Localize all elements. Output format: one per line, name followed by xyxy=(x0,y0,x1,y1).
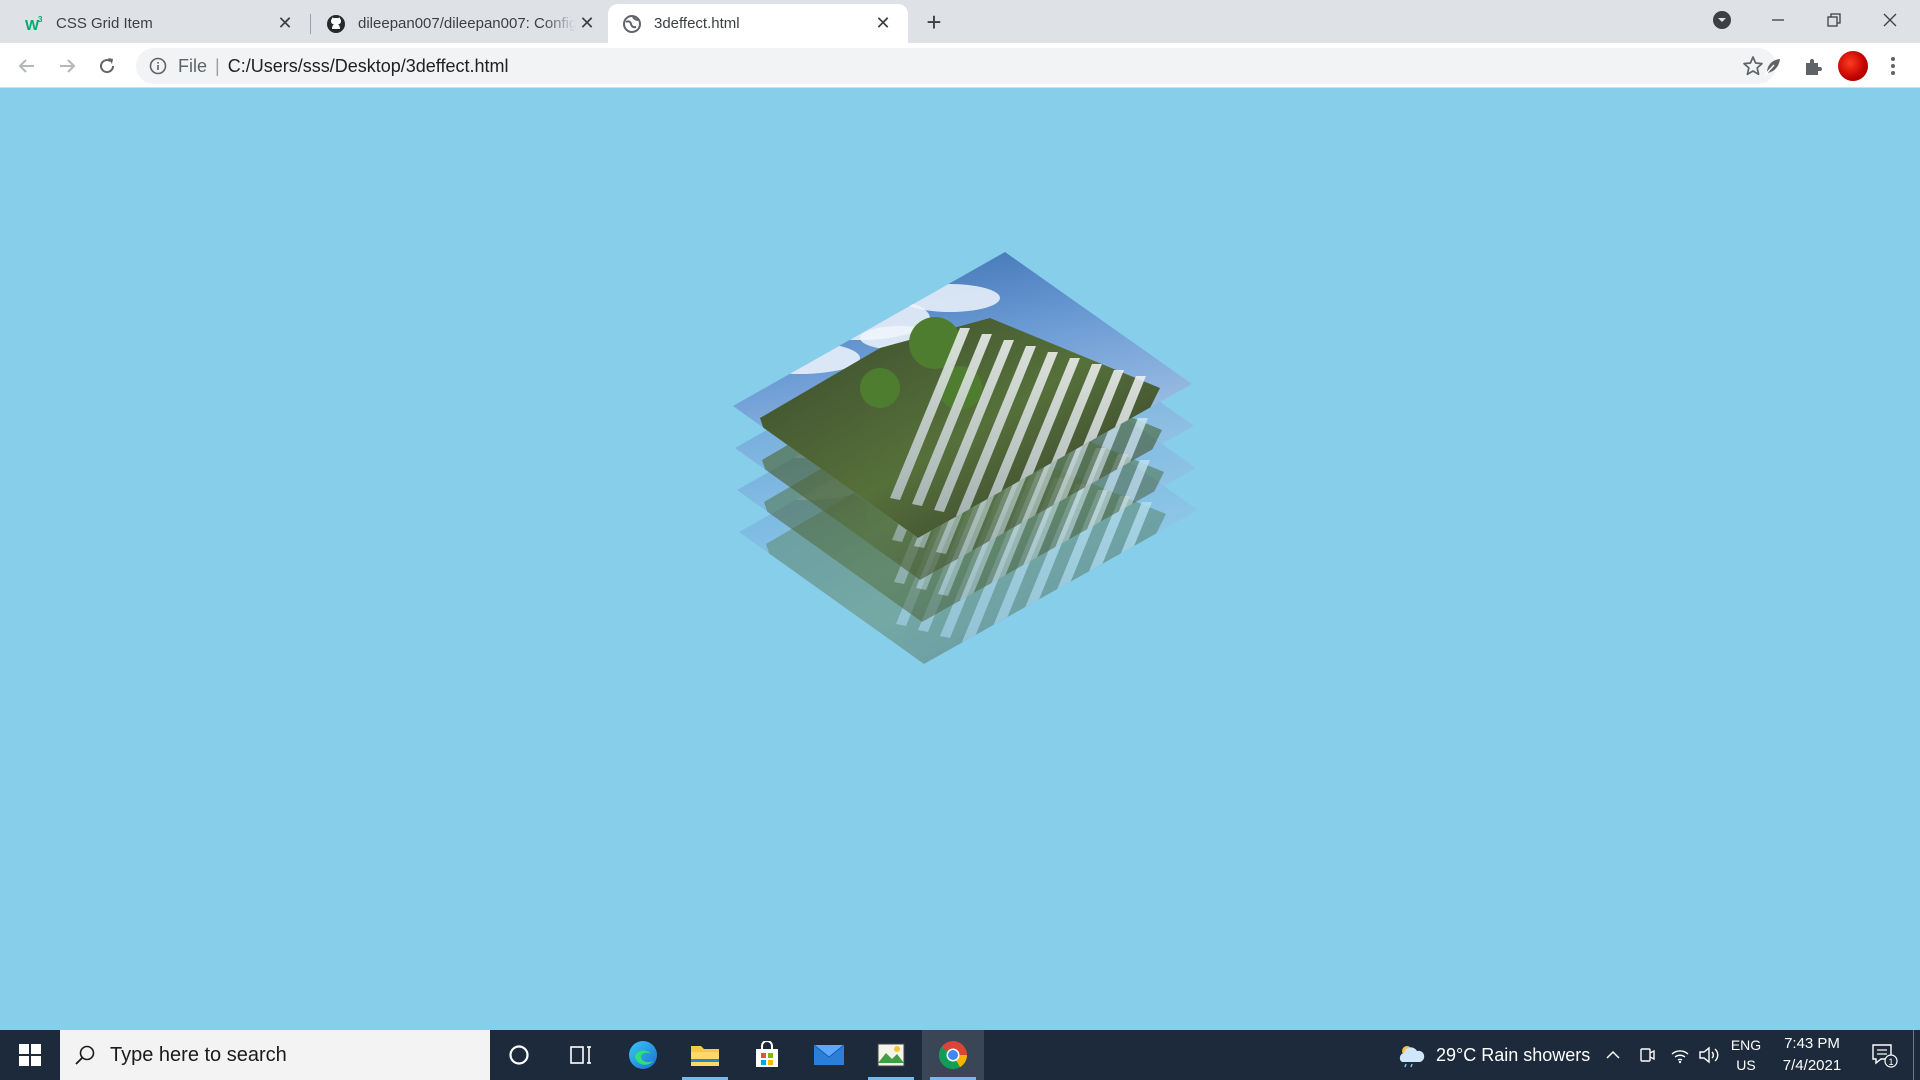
github-icon xyxy=(326,14,346,34)
chrome-icon xyxy=(939,1041,967,1069)
weather-widget[interactable]: 29°C Rain showers xyxy=(1396,1030,1590,1080)
show-desktop-button[interactable] xyxy=(1913,1030,1914,1080)
folder-icon xyxy=(691,1046,719,1066)
search-icon xyxy=(75,1045,95,1065)
volume-button[interactable] xyxy=(1698,1030,1720,1080)
weather-text: 29°C Rain showers xyxy=(1436,1044,1591,1065)
leaf-extension-icon xyxy=(1764,59,1780,76)
restore-icon xyxy=(1827,13,1841,27)
taskbar-search-box[interactable]: Type here to search xyxy=(60,1030,490,1080)
clock-time: 7:43 PM xyxy=(1784,1035,1840,1052)
action-center-button[interactable]: 1 xyxy=(1864,1030,1904,1080)
clock-date: 7/4/2021 xyxy=(1782,1057,1842,1074)
task-view-button[interactable] xyxy=(550,1030,612,1080)
arrow-right-icon xyxy=(60,59,76,73)
cortana-button[interactable] xyxy=(488,1030,550,1080)
forward-button[interactable] xyxy=(50,49,84,83)
language-code: ENG xyxy=(1730,1037,1762,1053)
tab-title: 3deffect.html xyxy=(654,15,740,32)
cloud-rain-icon xyxy=(1399,1046,1425,1068)
stacked-image-layers xyxy=(733,252,1198,664)
speaker-icon xyxy=(1699,1046,1719,1064)
more-vertical-icon xyxy=(1891,57,1895,75)
extensions-button[interactable] xyxy=(1796,49,1830,83)
chevron-up-icon xyxy=(1606,1050,1620,1059)
windows-logo-icon xyxy=(19,1044,41,1066)
store-bag-icon xyxy=(756,1041,778,1067)
region-code: US xyxy=(1736,1057,1756,1073)
svg-text:3: 3 xyxy=(38,15,43,24)
w3schools-icon: W3 xyxy=(24,14,44,34)
notification-count: 1 xyxy=(1888,1057,1893,1067)
wifi-icon xyxy=(1671,1050,1689,1064)
search-placeholder: Type here to search xyxy=(110,1043,287,1066)
screen: W3 CSS Grid Item ✕ dileepan007/dileepan0… xyxy=(0,0,1920,1080)
puzzle-icon xyxy=(1806,59,1822,75)
mail-icon xyxy=(813,1044,845,1065)
edge-icon xyxy=(629,1041,657,1069)
back-button[interactable] xyxy=(10,49,44,83)
start-button[interactable] xyxy=(0,1030,60,1080)
image-editor-icon xyxy=(877,1043,905,1067)
minimize-button[interactable] xyxy=(1750,0,1806,40)
tab-separator xyxy=(310,14,311,34)
tab-search-button[interactable] xyxy=(1694,0,1750,40)
address-url[interactable]: C:/Users/sss/Desktop/3deffect.html xyxy=(228,56,509,77)
chevron-down-circle-icon xyxy=(1713,11,1731,29)
chrome-app[interactable] xyxy=(922,1030,984,1080)
tab-strip: W3 CSS Grid Item ✕ dileepan007/dileepan0… xyxy=(0,0,1920,43)
extension-button[interactable] xyxy=(1756,49,1790,83)
show-hidden-icons-button[interactable] xyxy=(1604,1030,1622,1080)
tab-title: dileepan007/dileepan007: Config xyxy=(358,15,576,32)
edge-app[interactable] xyxy=(612,1030,674,1080)
address-divider: | xyxy=(215,55,220,76)
browser-toolbar: File | C:/Users/sss/Desktop/3deffect.htm… xyxy=(0,43,1920,88)
info-icon[interactable] xyxy=(148,56,168,76)
device-icon xyxy=(1640,1048,1655,1062)
tab-css-grid[interactable]: W3 CSS Grid Item ✕ xyxy=(10,4,310,43)
globe-icon xyxy=(622,14,642,34)
restore-button[interactable] xyxy=(1806,0,1862,40)
task-view-icon xyxy=(570,1046,591,1064)
cortana-circle-icon xyxy=(509,1045,529,1065)
close-icon xyxy=(1883,13,1897,27)
notification-icon: 1 xyxy=(1872,1044,1898,1068)
menu-button[interactable] xyxy=(1876,49,1910,83)
avatar[interactable] xyxy=(1838,51,1868,81)
meet-now-button[interactable] xyxy=(1638,1030,1656,1080)
image-layers-group xyxy=(733,252,1198,664)
close-tab-icon[interactable]: ✕ xyxy=(576,13,598,35)
store-app[interactable] xyxy=(736,1030,798,1080)
close-tab-icon[interactable]: ✕ xyxy=(274,13,296,35)
input-language-button[interactable]: ENG US xyxy=(1728,1030,1764,1080)
arrow-left-icon xyxy=(18,59,34,73)
taskbar: Type here to search 29°C Rain showers EN… xyxy=(0,1030,1920,1080)
tab-3deffect[interactable]: 3deffect.html ✕ xyxy=(608,4,908,43)
address-bar[interactable]: File | C:/Users/sss/Desktop/3deffect.htm… xyxy=(136,48,1776,84)
clock-button[interactable]: 7:43 PM 7/4/2021 xyxy=(1776,1030,1848,1080)
reload-button[interactable] xyxy=(90,49,124,83)
file-explorer-app[interactable] xyxy=(674,1030,736,1080)
mail-app[interactable] xyxy=(798,1030,860,1080)
tab-github[interactable]: dileepan007/dileepan007: Config ✕ xyxy=(312,4,612,43)
new-tab-button[interactable]: + xyxy=(920,7,948,37)
photos-app[interactable] xyxy=(860,1030,922,1080)
address-scheme: File xyxy=(178,55,208,76)
page-content xyxy=(0,88,1920,1030)
close-tab-icon[interactable]: ✕ xyxy=(872,13,894,35)
close-window-button[interactable] xyxy=(1862,0,1918,40)
tab-title: CSS Grid Item xyxy=(56,15,153,32)
network-button[interactable] xyxy=(1670,1030,1690,1080)
minimize-icon xyxy=(1772,19,1784,21)
reload-icon xyxy=(100,58,115,74)
